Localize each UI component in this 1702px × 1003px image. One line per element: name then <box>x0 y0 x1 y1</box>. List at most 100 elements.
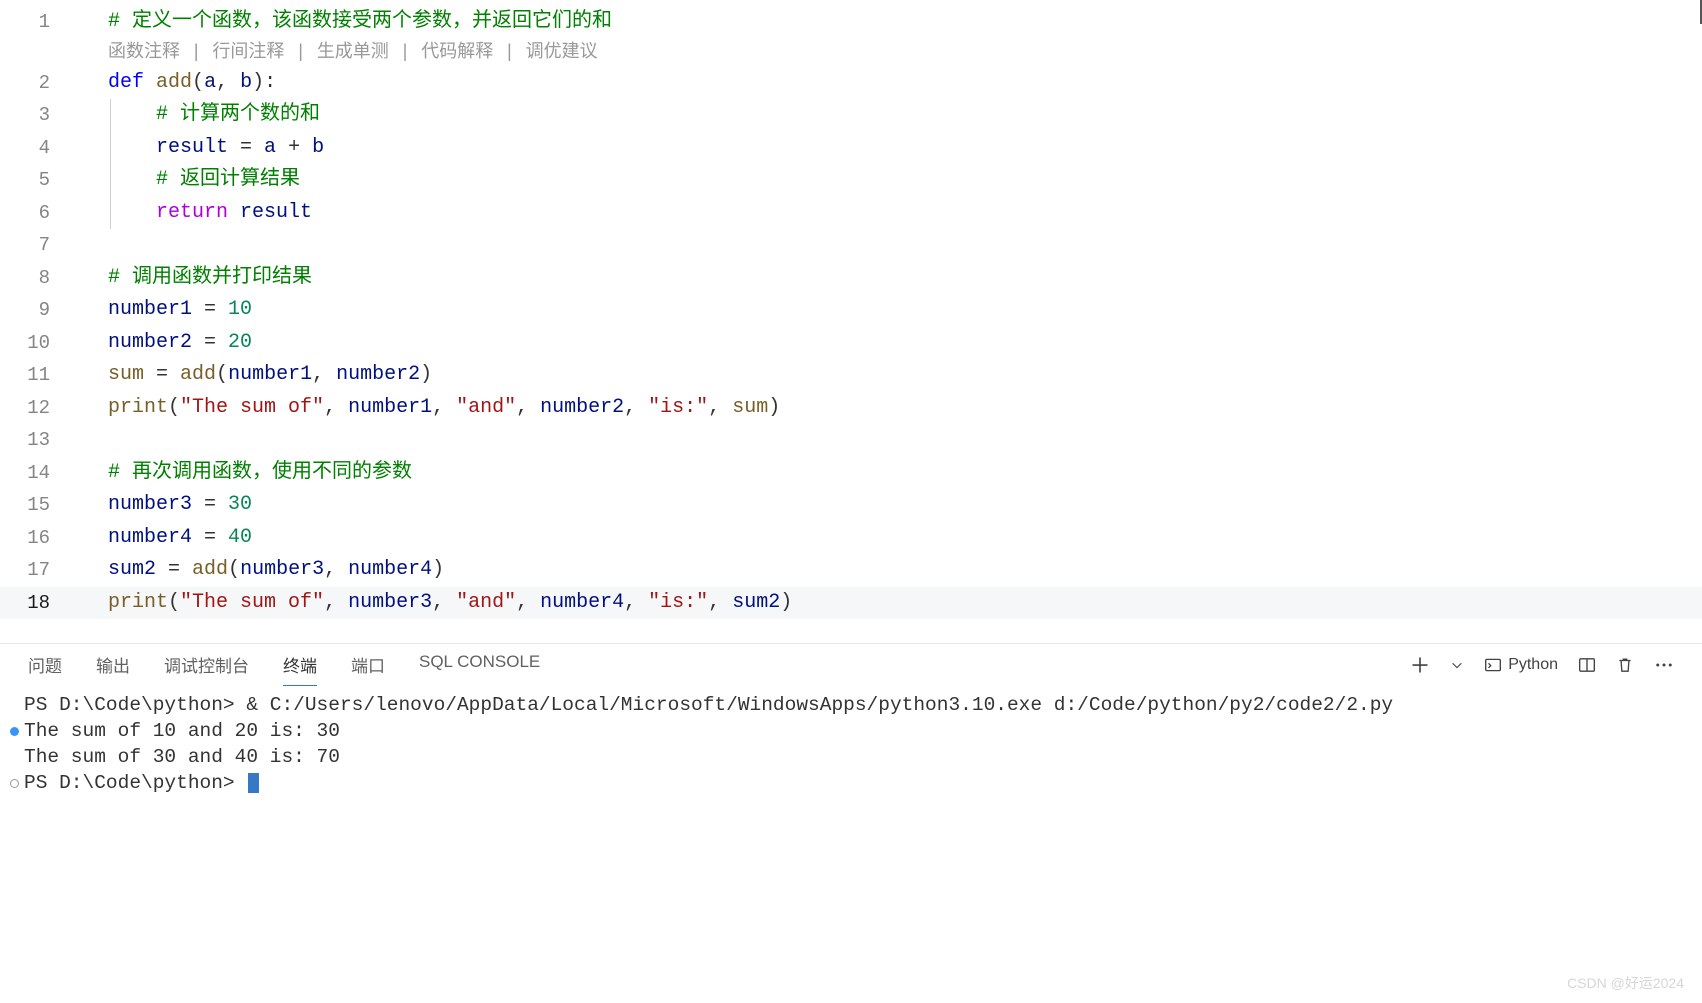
codelens-separator: | <box>284 43 316 63</box>
codelens-action[interactable]: 调优建议 <box>526 43 598 63</box>
code-line[interactable]: 9number1 = 10 <box>0 294 1702 327</box>
line-number: 12 <box>0 392 80 425</box>
code-token: # 定义一个函数，该函数接受两个参数，并返回它们的和 <box>108 10 612 33</box>
code-token: number1 <box>228 363 312 386</box>
code-line[interactable]: 4 result = a + b <box>0 132 1702 165</box>
terminal-output-line: The sum of 10 and 20 is: 30 <box>24 718 1678 744</box>
code-token: sum <box>732 396 768 419</box>
terminal-command-line: PS D:\Code\python> & C:/Users/lenovo/App… <box>24 692 1678 718</box>
code-line[interactable]: 2def add(a, b): <box>0 67 1702 100</box>
code-token: ): <box>252 71 276 94</box>
editor-scrollbar[interactable] <box>1688 0 1702 630</box>
code-content[interactable]: number1 = 10 <box>80 294 1702 327</box>
new-terminal-icon[interactable] <box>1410 655 1430 675</box>
split-terminal-icon[interactable] <box>1578 656 1596 674</box>
line-number: 16 <box>0 522 80 555</box>
code-token: # 返回计算结果 <box>156 168 300 191</box>
terminal-body[interactable]: PS D:\Code\python> & C:/Users/lenovo/App… <box>0 686 1702 1003</box>
code-token: ) <box>432 558 444 581</box>
code-line[interactable]: 6 return result <box>0 197 1702 230</box>
code-content[interactable] <box>80 424 1702 457</box>
code-token: number2 <box>108 331 192 354</box>
code-line[interactable]: 3 # 计算两个数的和 <box>0 99 1702 132</box>
terminal-language-label: Python <box>1508 656 1558 674</box>
terminal-panel: 问题输出调试控制台终端端口SQL CONSOLE Python PS <box>0 643 1702 1003</box>
code-content[interactable]: # 定义一个函数，该函数接受两个参数，并返回它们的和 <box>80 6 1702 39</box>
code-content[interactable]: print("The sum of", number3, "and", numb… <box>80 587 1702 620</box>
line-number: 8 <box>0 262 80 295</box>
code-line[interactable]: 11sum = add(number1, number2) <box>0 359 1702 392</box>
line-number: 17 <box>0 554 80 587</box>
code-token: 20 <box>228 331 252 354</box>
code-line[interactable]: 16number4 = 40 <box>0 522 1702 555</box>
code-content[interactable]: sum = add(number1, number2) <box>80 359 1702 392</box>
code-token: add <box>180 363 216 386</box>
line-number: 11 <box>0 359 80 392</box>
code-line[interactable]: 12print("The sum of", number1, "and", nu… <box>0 392 1702 425</box>
terminal-language[interactable]: Python <box>1484 656 1558 674</box>
codelens-action[interactable]: 函数注释 <box>108 43 180 63</box>
panel-tab-terminal[interactable]: 终端 <box>283 644 317 686</box>
code-line[interactable]: 15number3 = 30 <box>0 489 1702 522</box>
code-line[interactable]: 8 # 调用函数并打印结果 <box>0 262 1702 295</box>
panel-tab-ports[interactable]: 端口 <box>351 644 385 686</box>
codelens-action[interactable]: 生成单测 <box>317 43 389 63</box>
panel-tab-problems[interactable]: 问题 <box>28 644 62 686</box>
code-token: # 再次调用函数，使用不同的参数 <box>108 461 412 484</box>
line-number: 1 <box>0 6 80 39</box>
code-editor[interactable]: 1# 定义一个函数，该函数接受两个参数，并返回它们的和函数注释 | 行间注释 |… <box>0 0 1702 643</box>
panel-tab-debug-console[interactable]: 调试控制台 <box>164 644 249 686</box>
code-content[interactable]: print("The sum of", number1, "and", numb… <box>80 392 1702 425</box>
code-token: , <box>432 591 456 614</box>
panel-tab-sql-console[interactable]: SQL CONSOLE <box>419 644 540 686</box>
code-token: number3 <box>240 558 324 581</box>
code-token: = <box>192 493 228 516</box>
code-line[interactable]: 10number2 = 20 <box>0 327 1702 360</box>
code-content[interactable]: # 计算两个数的和 <box>80 99 1702 132</box>
code-token: = <box>156 558 192 581</box>
code-token: ( <box>192 71 204 94</box>
code-content[interactable]: # 返回计算结果 <box>80 164 1702 197</box>
code-token: , <box>624 591 648 614</box>
codelens-action[interactable]: 代码解释 <box>421 43 493 63</box>
chevron-down-icon[interactable] <box>1450 658 1464 672</box>
panel-tabs: 问题输出调试控制台终端端口 SQL CONSOLE Python <box>0 644 1702 686</box>
code-line[interactable]: 18print("The sum of", number3, "and", nu… <box>0 587 1702 620</box>
code-token: , <box>708 396 732 419</box>
code-token: b <box>240 71 252 94</box>
code-content[interactable]: return result <box>80 197 1702 230</box>
code-content[interactable]: def add(a, b): <box>80 67 1702 100</box>
code-line[interactable]: 17sum2 = add(number3, number4) <box>0 554 1702 587</box>
code-content[interactable]: number4 = 40 <box>80 522 1702 555</box>
code-line[interactable]: 7 <box>0 229 1702 262</box>
line-number: 14 <box>0 457 80 490</box>
codelens-action[interactable]: 行间注释 <box>212 43 284 63</box>
terminal-prompt-line: PS D:\Code\python> <box>24 770 1678 796</box>
code-token: add <box>156 71 192 94</box>
code-token: 40 <box>228 526 252 549</box>
code-content[interactable]: # 再次调用函数，使用不同的参数 <box>80 457 1702 490</box>
output-marker-icon <box>10 727 19 736</box>
code-token: # 调用函数并打印结果 <box>108 266 312 289</box>
more-icon[interactable] <box>1654 655 1674 675</box>
code-token: , <box>216 71 240 94</box>
trash-icon[interactable] <box>1616 656 1634 674</box>
prompt-marker-icon <box>10 779 19 788</box>
code-content[interactable]: number2 = 20 <box>80 327 1702 360</box>
code-line[interactable]: 5 # 返回计算结果 <box>0 164 1702 197</box>
line-number: 2 <box>0 67 80 100</box>
code-token: , <box>312 363 336 386</box>
code-token: def <box>108 71 144 94</box>
code-line[interactable]: 14 # 再次调用函数，使用不同的参数 <box>0 457 1702 490</box>
code-line[interactable]: 1 # 定义一个函数，该函数接受两个参数，并返回它们的和 <box>0 6 1702 39</box>
code-content[interactable] <box>80 229 1702 262</box>
code-content[interactable]: result = a + b <box>80 132 1702 165</box>
code-token: ( <box>228 558 240 581</box>
code-content[interactable]: number3 = 30 <box>80 489 1702 522</box>
panel-tab-output[interactable]: 输出 <box>96 644 130 686</box>
terminal-actions: Python <box>1410 655 1674 675</box>
line-number: 7 <box>0 229 80 262</box>
code-content[interactable]: # 调用函数并打印结果 <box>80 262 1702 295</box>
code-content[interactable]: sum2 = add(number3, number4) <box>80 554 1702 587</box>
code-line[interactable]: 13 <box>0 424 1702 457</box>
